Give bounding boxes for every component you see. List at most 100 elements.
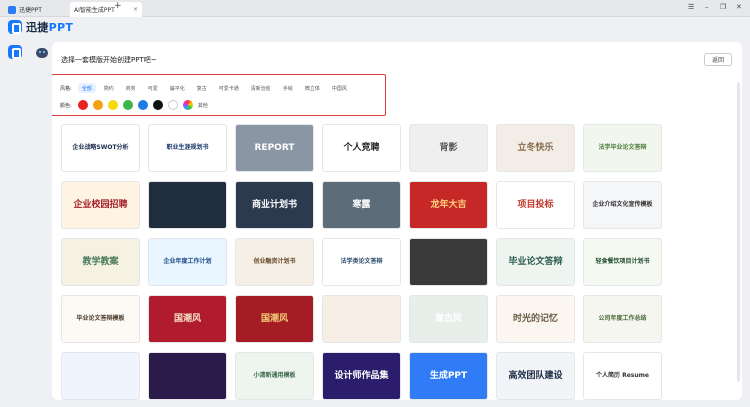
template-title: 生成PPT (429, 370, 468, 381)
template-card[interactable]: 生成PPT (409, 352, 488, 400)
template-card[interactable]: 立冬快乐 (496, 124, 575, 172)
template-card[interactable]: 背影 (409, 124, 488, 172)
template-card[interactable]: 龙年大吉 (409, 181, 488, 229)
template-title: 法学类论文答辩 (340, 258, 383, 266)
close-window-icon[interactable]: ✕ (736, 3, 742, 11)
color-label: 颜色: (60, 102, 72, 109)
template-card[interactable]: 项目投标 (496, 181, 575, 229)
template-title: 教学教案 (82, 256, 119, 267)
template-card[interactable] (61, 352, 140, 400)
template-card[interactable]: 小清新通用模板 (235, 352, 314, 400)
template-card[interactable]: REPORT (235, 124, 314, 172)
ppt-rail-icon[interactable] (8, 45, 22, 59)
template-card[interactable]: 设计师作品集 (322, 352, 401, 400)
template-card[interactable]: 法学毕业论文答辩 (583, 124, 662, 172)
style-chip[interactable]: 商务 (122, 83, 140, 93)
template-card[interactable]: 创业融资计划书 (235, 238, 314, 286)
template-card[interactable]: 国潮风 (148, 295, 227, 343)
template-title: 国潮风 (173, 313, 201, 324)
app-logo[interactable]: 迅捷PPT (8, 19, 73, 35)
style-chip[interactable]: 可爱卡通 (215, 83, 243, 93)
template-card[interactable]: 企业年度工作计划 (148, 238, 227, 286)
app-icon (8, 5, 16, 14)
other-color-label: 其他 (197, 102, 208, 109)
template-title: REPORT (254, 142, 295, 153)
template-card[interactable]: 教学教案 (61, 238, 140, 286)
template-card[interactable] (148, 352, 227, 400)
style-filter-row: 风格: 全部 简约 商务 可爱 扁平化 复古 可爱卡通 清新治愈 手绘 微立体 … (60, 83, 355, 93)
template-card[interactable]: 时光的记忆 (496, 295, 575, 343)
page-title: 选择一套模版开始创建PPT吧~ (61, 56, 157, 64)
template-title: 背影 (439, 142, 458, 153)
color-swatch-blue[interactable] (137, 100, 148, 110)
maximize-icon[interactable]: ❐ (720, 3, 726, 11)
tab-ai-ppt[interactable]: AI智能生成PPT × (70, 2, 142, 17)
template-card[interactable]: 复古风 (409, 295, 488, 343)
tab-xunjie-ppt[interactable]: 迅捷PPT (4, 2, 68, 17)
filter-box: 风格: 全部 简约 商务 可爱 扁平化 复古 可爱卡通 清新治愈 手绘 微立体 … (52, 74, 386, 116)
tab-label: 迅捷PPT (19, 7, 42, 14)
template-card[interactable] (148, 181, 227, 229)
style-chip[interactable]: 手绘 (279, 83, 297, 93)
app-header: 迅捷PPT (0, 17, 750, 41)
template-card[interactable]: 个人简历 Resume (583, 352, 662, 400)
template-title: 项目投标 (517, 199, 554, 210)
color-swatch-white[interactable] (167, 100, 178, 110)
template-title: 职业生涯规划书 (166, 144, 209, 152)
color-swatch-black[interactable] (152, 100, 163, 110)
template-title: 轻食餐饮项目计划书 (595, 258, 650, 266)
back-button[interactable]: 返回 (704, 53, 732, 66)
tab-bar: 迅捷PPT AI智能生成PPT × + ☰ – ❐ ✕ (0, 0, 750, 17)
style-chip[interactable]: 微立体 (301, 83, 324, 93)
template-card[interactable]: 企业介绍文化宣传模板 (583, 181, 662, 229)
template-card[interactable]: 毕业论文答辩模板 (61, 295, 140, 343)
template-card[interactable]: 轻食餐饮项目计划书 (583, 238, 662, 286)
template-card[interactable]: 个人竞聘 (322, 124, 401, 172)
template-card[interactable]: 公司年度工作总结 (583, 295, 662, 343)
ai-robot-icon (36, 48, 48, 58)
style-chip[interactable]: 复古 (193, 83, 211, 93)
color-swatch-red[interactable] (77, 100, 88, 110)
template-title: 企业战略SWOT分析 (72, 144, 129, 152)
style-chip[interactable]: 可爱 (144, 83, 162, 93)
style-chip[interactable]: 扁平化 (166, 83, 189, 93)
template-card[interactable]: 企业战略SWOT分析 (61, 124, 140, 172)
template-title: 法学毕业论文答辩 (598, 144, 647, 152)
template-title: 毕业论文答辩模板 (76, 315, 125, 323)
style-chip[interactable]: 简约 (100, 83, 118, 93)
template-title: 时光的记忆 (512, 313, 558, 324)
template-card[interactable] (322, 295, 401, 343)
menu-icon[interactable]: ☰ (688, 3, 694, 11)
template-card[interactable]: 寒露 (322, 181, 401, 229)
template-card[interactable]: 商业计划书 (235, 181, 314, 229)
template-title: 公司年度工作总结 (598, 315, 647, 323)
template-card[interactable]: 国潮风 (235, 295, 314, 343)
color-swatch-green[interactable] (122, 100, 133, 110)
template-title: 企业校园招聘 (73, 199, 128, 210)
template-card[interactable]: 法学类论文答辩 (322, 238, 401, 286)
template-title: 立冬快乐 (517, 142, 554, 153)
color-swatch-orange[interactable] (92, 100, 103, 110)
new-tab-icon[interactable]: + (114, 1, 122, 11)
tab-label: AI智能生成PPT (74, 7, 115, 14)
template-card[interactable]: 高效团队建设 (496, 352, 575, 400)
style-chip[interactable]: 中国风 (328, 83, 351, 93)
template-card[interactable]: 毕业论文答辩 (496, 238, 575, 286)
style-chip[interactable]: 全部 (77, 83, 96, 93)
style-chip[interactable]: 清新治愈 (247, 83, 275, 93)
color-swatch-other[interactable] (182, 100, 193, 110)
color-swatch-yellow[interactable] (107, 100, 118, 110)
template-card[interactable]: 企业校园招聘 (61, 181, 140, 229)
template-title: 复古风 (434, 313, 462, 324)
logo-icon (8, 20, 22, 34)
close-tab-icon[interactable]: × (133, 6, 138, 13)
template-card[interactable]: 职业生涯规划书 (148, 124, 227, 172)
template-title: 国潮风 (260, 313, 288, 324)
color-filter-row: 颜色: 其他 (60, 100, 208, 110)
logo-suffix: PPT (48, 21, 74, 34)
template-card[interactable] (409, 238, 488, 286)
template-panel: 选择一套模版开始创建PPT吧~ 返回 风格: 全部 简约 商务 可爱 扁平化 复… (52, 42, 742, 400)
scrollbar[interactable] (737, 82, 740, 382)
minimize-icon[interactable]: – (705, 3, 709, 11)
template-title: 创业融资计划书 (253, 258, 296, 266)
